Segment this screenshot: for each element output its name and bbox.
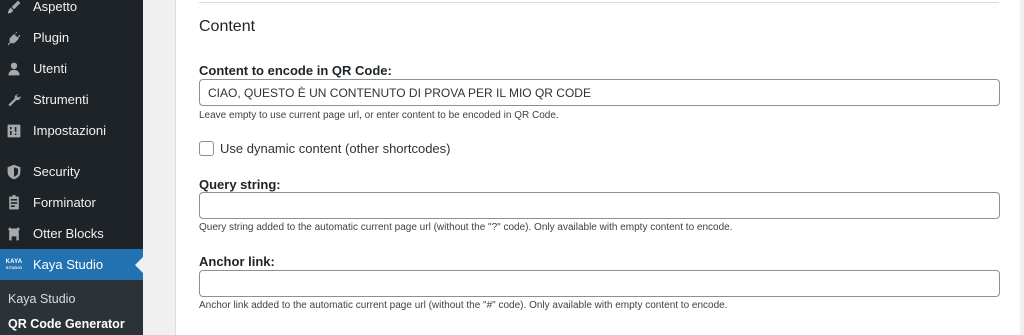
admin-sidebar: Aspetto Plugin Utenti Strumenti Impostaz… <box>0 0 143 335</box>
encode-input-value: CIAO, QUESTO È UN CONTENUTO DI PROVA PER… <box>208 85 591 100</box>
plugin-icon <box>5 29 23 47</box>
dynamic-content-label: Use dynamic content (other shortcodes) <box>220 141 451 156</box>
submenu-item-kaya-studio[interactable]: Kaya Studio <box>8 292 75 306</box>
sidebar-submenu: Kaya Studio QR Code Generator <box>0 280 143 335</box>
right-gutter <box>1020 0 1024 335</box>
wrench-icon <box>5 91 23 109</box>
encode-help-text: Leave empty to use current page url, or … <box>199 110 559 121</box>
sidebar-item-label: Kaya Studio <box>33 257 104 272</box>
sidebar-item-label: Otter Blocks <box>33 226 104 241</box>
sidebar-item-label: Strumenti <box>33 92 89 107</box>
query-string-help-text: Query string added to the automatic curr… <box>199 222 733 233</box>
sidebar-item-label: Impostazioni <box>33 123 106 138</box>
panel-divider <box>199 2 999 3</box>
sidebar-item-label: Security <box>33 164 80 179</box>
sidebar-item-impostazioni[interactable]: Impostazioni <box>0 115 143 146</box>
sidebar-item-security[interactable]: Security <box>0 156 143 187</box>
kaya-logo-line-2: STUDIO <box>5 265 23 270</box>
encode-label: Content to encode in QR Code: <box>199 63 392 78</box>
sidebar-item-kaya-studio[interactable]: KAYA STUDIO Kaya Studio <box>0 249 143 280</box>
sidebar-item-otter-blocks[interactable]: Otter Blocks <box>0 218 143 249</box>
dynamic-content-option[interactable]: Use dynamic content (other shortcodes) <box>199 141 451 156</box>
sidebar-item-strumenti[interactable]: Strumenti <box>0 84 143 115</box>
section-title: Content <box>199 18 256 35</box>
kaya-studio-logo: KAYA STUDIO <box>5 256 23 274</box>
query-string-label: Query string: <box>199 177 281 192</box>
shield-icon <box>5 163 23 181</box>
sidebar-item-label: Aspetto <box>33 0 78 14</box>
main-content: Content Content to encode in QR Code: CI… <box>175 0 1024 335</box>
otter-icon <box>5 225 23 243</box>
sidebar-item-label: Plugin <box>33 30 70 45</box>
sidebar-item-label: Utenti <box>33 61 67 76</box>
anchor-link-help-text: Anchor link added to the automatic curre… <box>199 300 728 311</box>
sidebar-item-label: Forminator <box>33 195 96 210</box>
forminator-icon <box>5 194 23 212</box>
dynamic-content-checkbox[interactable] <box>199 141 214 156</box>
users-icon <box>5 60 23 78</box>
submenu-item-qr-code-generator[interactable]: QR Code Generator <box>8 317 125 331</box>
sidebar-item-plugin[interactable]: Plugin <box>0 22 143 53</box>
sidebar-item-utenti[interactable]: Utenti <box>0 53 143 84</box>
settings-panel: Content Content to encode in QR Code: CI… <box>175 0 1024 335</box>
encode-input[interactable]: CIAO, QUESTO È UN CONTENUTO DI PROVA PER… <box>199 79 1000 106</box>
query-string-input[interactable] <box>199 192 1000 219</box>
anchor-link-input[interactable] <box>199 270 1000 297</box>
sidebar-item-forminator[interactable]: Forminator <box>0 187 143 218</box>
sidebar-item-aspetto[interactable]: Aspetto <box>0 0 143 22</box>
settings-icon <box>5 122 23 140</box>
paintbrush-icon <box>5 0 23 16</box>
anchor-link-label: Anchor link: <box>199 254 275 269</box>
